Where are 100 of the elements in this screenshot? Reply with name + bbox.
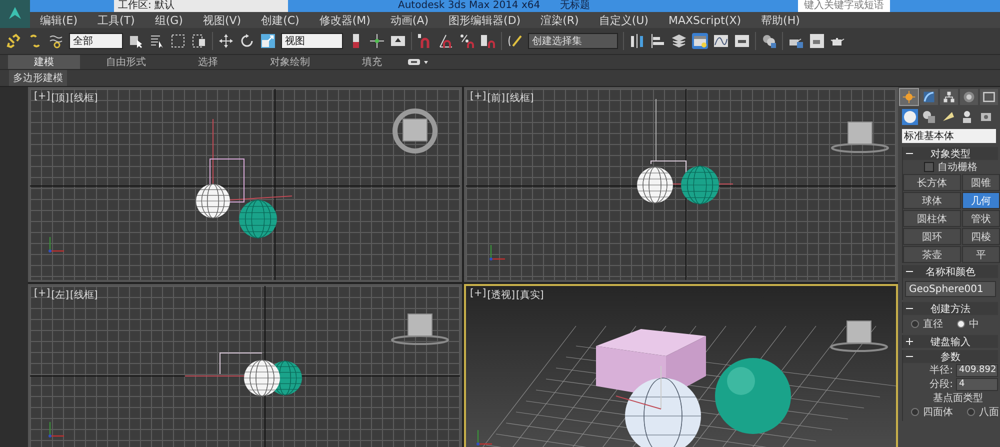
- viewport-label[interactable]: [线框]: [70, 91, 98, 105]
- rollout-header[interactable]: 键盘输入: [903, 335, 998, 348]
- named-selection-dropdown[interactable]: 创建选择集: [528, 33, 618, 49]
- app-logo-icon[interactable]: [0, 0, 30, 28]
- menu-item[interactable]: MAXScript(X): [658, 14, 752, 26]
- angle-snap-icon[interactable]: [438, 33, 454, 49]
- menu-item[interactable]: 动画(A): [380, 12, 439, 28]
- object-type-button[interactable]: 圆柱体: [903, 210, 961, 227]
- rollout-header[interactable]: 名称和颜色: [903, 265, 998, 278]
- object-type-button[interactable]: 平: [962, 246, 1000, 263]
- move-icon[interactable]: [218, 33, 234, 49]
- percent-snap-icon[interactable]: [459, 33, 475, 49]
- menu-item[interactable]: 工具(T): [88, 12, 145, 28]
- align-icon[interactable]: [650, 33, 666, 49]
- spinner-snap-icon[interactable]: [480, 33, 496, 49]
- viewport-label[interactable]: [透视]: [487, 288, 515, 302]
- radio-button[interactable]: [967, 408, 975, 416]
- view-cube-icon[interactable]: [392, 108, 438, 154]
- layer-stack-icon[interactable]: [671, 33, 687, 49]
- rotate-icon[interactable]: [239, 33, 255, 49]
- menu-item[interactable]: 图形编辑器(D): [438, 12, 531, 28]
- wave-chain-icon[interactable]: [48, 33, 64, 49]
- menu-item[interactable]: 视图(V): [192, 12, 252, 28]
- ribbon-toggle-icon[interactable]: [408, 58, 430, 66]
- viewport-label[interactable]: [+]: [470, 288, 486, 302]
- select-object-icon[interactable]: [128, 33, 144, 49]
- autogrid-checkbox[interactable]: [924, 162, 934, 172]
- collapse-icon[interactable]: [906, 150, 913, 157]
- pencil-icon[interactable]: [507, 33, 523, 49]
- viewport-label[interactable]: [+]: [34, 91, 50, 105]
- panel-tab[interactable]: [940, 89, 958, 105]
- collapse-icon[interactable]: [906, 268, 913, 275]
- primitive-type-dropdown[interactable]: 标准基本体: [902, 129, 996, 143]
- viewport[interactable]: [+][前][线框]: [464, 87, 898, 282]
- spinner-field[interactable]: 409.892: [956, 364, 998, 376]
- panel-tab[interactable]: [920, 89, 938, 105]
- window-crossing-icon[interactable]: [191, 33, 207, 49]
- menu-item[interactable]: 渲染(R): [530, 12, 589, 28]
- viewport-label[interactable]: [顶]: [51, 91, 69, 105]
- ribbon-tab[interactable]: 建模: [8, 55, 80, 69]
- object-type-button[interactable]: 四棱: [962, 228, 1000, 245]
- panel-tab[interactable]: [900, 89, 918, 105]
- object-type-button[interactable]: 球体: [903, 192, 961, 209]
- viewport-label[interactable]: [前]: [487, 91, 505, 105]
- ribbon-tab[interactable]: 选择: [172, 55, 244, 69]
- menu-item[interactable]: 组(G): [144, 12, 193, 28]
- menu-item[interactable]: 帮助(H): [751, 12, 810, 28]
- curve-editor-icon[interactable]: [713, 33, 729, 49]
- viewport[interactable]: [+][左][线框]: [28, 284, 462, 447]
- radio-button[interactable]: [911, 320, 919, 328]
- scale-icon[interactable]: [260, 33, 276, 49]
- reference-coordinate-dropdown[interactable]: 视图: [281, 33, 343, 49]
- viewport-label[interactable]: [+]: [470, 91, 486, 105]
- viewport-label[interactable]: [线框]: [70, 288, 98, 302]
- select-by-name-icon[interactable]: [149, 33, 165, 49]
- object-type-button[interactable]: 长方体: [903, 174, 961, 191]
- viewport-label[interactable]: [左]: [51, 288, 69, 302]
- collapse-icon[interactable]: [906, 353, 913, 360]
- keyboard-shortcut-toggle-icon[interactable]: [390, 33, 406, 49]
- rollout-header[interactable]: 对象类型: [903, 147, 998, 160]
- ribbon-tab[interactable]: 自由形式: [80, 55, 172, 69]
- schematic-view-icon[interactable]: [734, 33, 750, 49]
- ribbon-tab[interactable]: 填充: [336, 55, 408, 69]
- selection-filter-dropdown[interactable]: 全部: [69, 33, 123, 49]
- chain-link-icon[interactable]: [6, 33, 22, 49]
- rollout-header[interactable]: 参数: [903, 350, 998, 363]
- mirror-icon[interactable]: [629, 33, 645, 49]
- material-balls-icon[interactable]: [761, 33, 777, 49]
- object-name-field[interactable]: GeoSphere001: [905, 281, 996, 297]
- ribbon-tab[interactable]: 对象绘制: [244, 55, 336, 69]
- object-type-button[interactable]: 茶壶: [903, 246, 961, 263]
- radio-button[interactable]: [911, 408, 919, 416]
- spinner-field[interactable]: 4: [956, 378, 998, 390]
- panel-tab[interactable]: [960, 89, 978, 105]
- expand-icon[interactable]: [906, 338, 913, 345]
- viewport-label[interactable]: [+]: [34, 288, 50, 302]
- radio-button[interactable]: [957, 320, 965, 328]
- rollout-header[interactable]: 创建方法: [903, 302, 998, 315]
- panel-tab[interactable]: [980, 89, 998, 105]
- viewport-label[interactable]: [真实]: [516, 288, 544, 302]
- object-type-button[interactable]: 圆锥: [962, 174, 1000, 191]
- menu-item[interactable]: 修改器(M): [309, 12, 380, 28]
- ribbon-panel-button[interactable]: 多边形建模: [9, 70, 67, 86]
- object-type-button[interactable]: 几何: [962, 192, 1000, 209]
- viewport[interactable]: [+][透视][真实]: [464, 284, 898, 447]
- view-cube-icon[interactable]: [831, 122, 889, 153]
- viewport-label[interactable]: [线框]: [506, 91, 534, 105]
- scene-explorer-icon[interactable]: [692, 33, 708, 49]
- collapse-icon[interactable]: [906, 305, 913, 312]
- category-icon[interactable]: [921, 109, 937, 125]
- viewport[interactable]: [+][顶][线框]: [28, 87, 462, 282]
- workspace-dropdown[interactable]: 工作区: 默认: [114, 0, 288, 12]
- category-icon[interactable]: [902, 109, 918, 125]
- menu-item[interactable]: 自定义(U): [588, 12, 658, 28]
- menu-item[interactable]: 创建(C): [251, 12, 310, 28]
- view-cube-icon[interactable]: [830, 320, 888, 352]
- object-type-button[interactable]: 圆环: [903, 228, 961, 245]
- object-type-button[interactable]: 管状: [962, 210, 1000, 227]
- manipulate-icon[interactable]: [369, 33, 385, 49]
- teapot-frame-icon[interactable]: [809, 33, 825, 49]
